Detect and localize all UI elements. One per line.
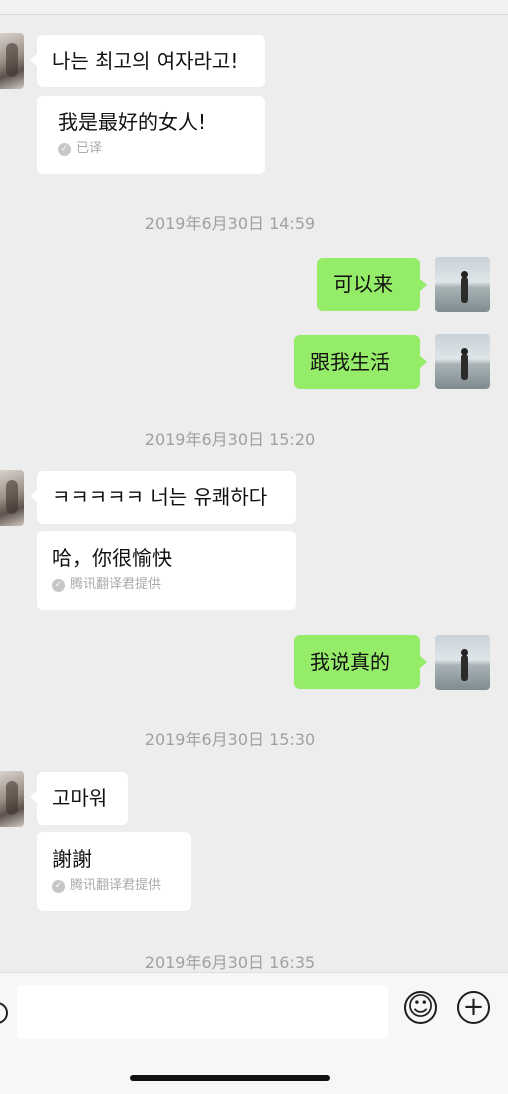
timestamp: 2019年6月30日 16:35 — [144, 953, 316, 972]
sent-message-bubble[interactable]: 可以来 — [317, 258, 427, 311]
translated-message-bubble[interactable]: 哈，你很愉快 ✓ 腾讯翻译君提供 — [37, 531, 296, 610]
check-icon: ✓ — [52, 578, 65, 592]
translated-message-bubble[interactable]: 謝謝 ✓ 腾讯翻译君提供 — [37, 832, 191, 911]
sent-message-bubble[interactable]: 跟我生活 — [294, 335, 427, 389]
check-icon: ✓ — [58, 142, 71, 156]
translated-message-bubble[interactable]: 我是最好的女人! ✓ 已译 — [37, 96, 265, 174]
timestamp: 2019年6月30日 15:20 — [144, 430, 316, 449]
translation-note: ✓ 已译 — [58, 141, 250, 157]
message-text: 哈，你很愉快 — [52, 546, 172, 570]
received-message-bubble[interactable]: 나는 최고의 여자라고! — [30, 35, 265, 87]
message-text: 나는 최고의 여자라고! — [52, 49, 239, 73]
message-text: 我说真的 — [310, 650, 390, 674]
my-avatar[interactable] — [435, 334, 490, 389]
home-indicator[interactable] — [130, 1075, 330, 1081]
message-input[interactable] — [17, 985, 388, 1039]
translation-note-label: 已译 — [76, 141, 103, 156]
contact-avatar[interactable] — [0, 33, 24, 89]
received-message-bubble[interactable]: 고마워 — [30, 772, 128, 825]
plus-icon[interactable]: + — [457, 991, 490, 1024]
message-text: ㅋㅋㅋㅋㅋ 너는 유쾌하다 — [52, 485, 268, 509]
timestamp: 2019年6月30日 14:59 — [144, 214, 316, 233]
message-text: 고마워 — [52, 786, 108, 810]
timestamp: 2019年6月30日 15:30 — [144, 730, 316, 749]
message-text: 跟我生活 — [310, 350, 390, 374]
received-message-bubble[interactable]: ㅋㅋㅋㅋㅋ 너는 유쾌하다 — [30, 471, 296, 524]
top-bar-edge — [0, 0, 508, 15]
translation-note-label: 腾讯翻译君提供 — [70, 878, 162, 893]
message-text: 可以来 — [333, 272, 393, 296]
translation-note: ✓ 腾讯翻译君提供 — [52, 878, 176, 894]
my-avatar[interactable] — [435, 635, 490, 690]
sent-message-bubble[interactable]: 我说真的 — [294, 635, 427, 689]
translation-note-label: 腾讯翻译君提供 — [70, 577, 162, 592]
translation-note: ✓ 腾讯翻译君提供 — [52, 577, 281, 593]
message-text: 謝謝 — [52, 847, 92, 871]
contact-avatar[interactable] — [0, 771, 24, 827]
my-avatar[interactable] — [435, 257, 490, 312]
message-text: 我是最好的女人! — [58, 110, 207, 134]
contact-avatar[interactable] — [0, 470, 24, 526]
check-icon: ✓ — [52, 879, 65, 893]
emoji-icon[interactable]: ☺ — [404, 991, 437, 1024]
